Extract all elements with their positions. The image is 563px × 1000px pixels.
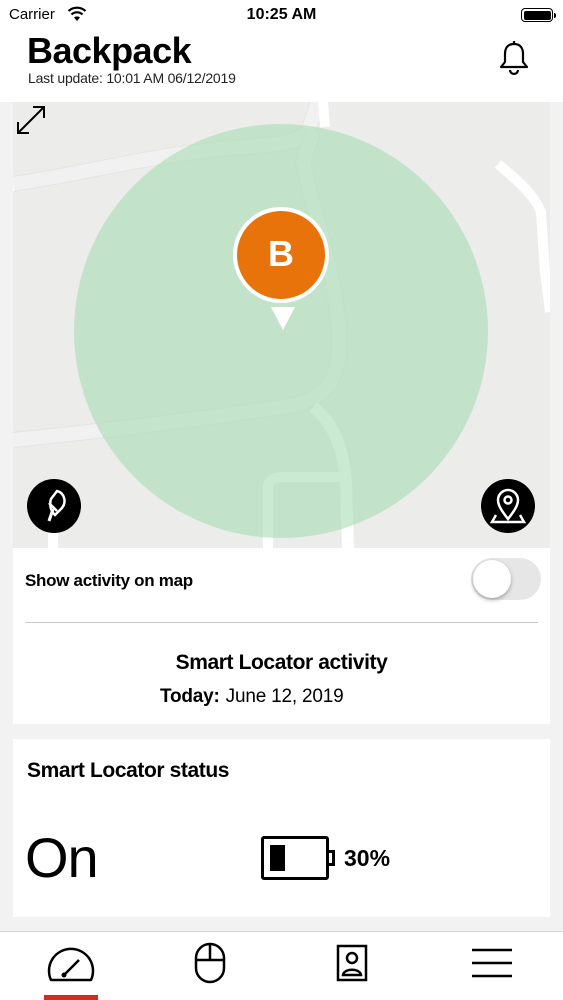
toggle-knob bbox=[473, 560, 511, 598]
status-title: Smart Locator status bbox=[27, 759, 230, 782]
battery-level bbox=[270, 845, 285, 871]
tab-dashboard[interactable] bbox=[41, 940, 101, 986]
activity-card: Show activity on map Smart Locator activ… bbox=[13, 548, 550, 724]
date-label: Today: bbox=[160, 686, 220, 707]
status-card: Smart Locator status On 30% bbox=[13, 739, 550, 917]
tab-bar bbox=[0, 931, 563, 1000]
active-tab-indicator bbox=[44, 995, 98, 1000]
menu-icon bbox=[472, 948, 512, 978]
show-activity-toggle[interactable] bbox=[471, 558, 541, 600]
date-value: June 12, 2019 bbox=[225, 686, 344, 707]
location-map[interactable]: B bbox=[13, 102, 550, 548]
divider bbox=[25, 622, 538, 623]
battery-percent: 30% bbox=[344, 845, 391, 871]
page-header: Backpack Last update: 10:01 AM 06/12/201… bbox=[0, 30, 563, 102]
status-bar: Carrier 10:25 AM bbox=[0, 0, 563, 30]
last-update-text: Last update: 10:01 AM 06/12/2019 bbox=[28, 70, 236, 86]
pin-tool-button[interactable] bbox=[27, 479, 81, 533]
device-icon bbox=[194, 942, 226, 984]
location-pin-icon bbox=[489, 488, 527, 524]
contact-icon bbox=[336, 944, 368, 982]
activity-date[interactable]: Today: June 12, 2019 bbox=[160, 686, 344, 708]
phone-battery-icon bbox=[521, 8, 556, 22]
locate-button[interactable] bbox=[481, 479, 535, 533]
map-canvas bbox=[13, 102, 550, 548]
tab-contacts[interactable] bbox=[322, 940, 382, 986]
tab-device[interactable] bbox=[180, 940, 240, 986]
tab-menu[interactable] bbox=[462, 940, 522, 986]
activity-title: Smart Locator activity bbox=[175, 651, 388, 674]
show-activity-label: Show activity on map bbox=[25, 571, 193, 590]
dashboard-icon bbox=[47, 947, 95, 982]
device-battery-icon bbox=[261, 836, 329, 880]
clock: 10:25 AM bbox=[246, 6, 317, 23]
pin-tool-icon bbox=[47, 489, 66, 522]
page-title: Backpack bbox=[27, 30, 192, 71]
status-state: On bbox=[25, 826, 99, 889]
bell-icon[interactable] bbox=[497, 40, 531, 76]
tracker-marker-label[interactable]: B bbox=[237, 233, 325, 275]
expand-icon[interactable] bbox=[13, 102, 49, 138]
battery-nub bbox=[329, 850, 335, 866]
